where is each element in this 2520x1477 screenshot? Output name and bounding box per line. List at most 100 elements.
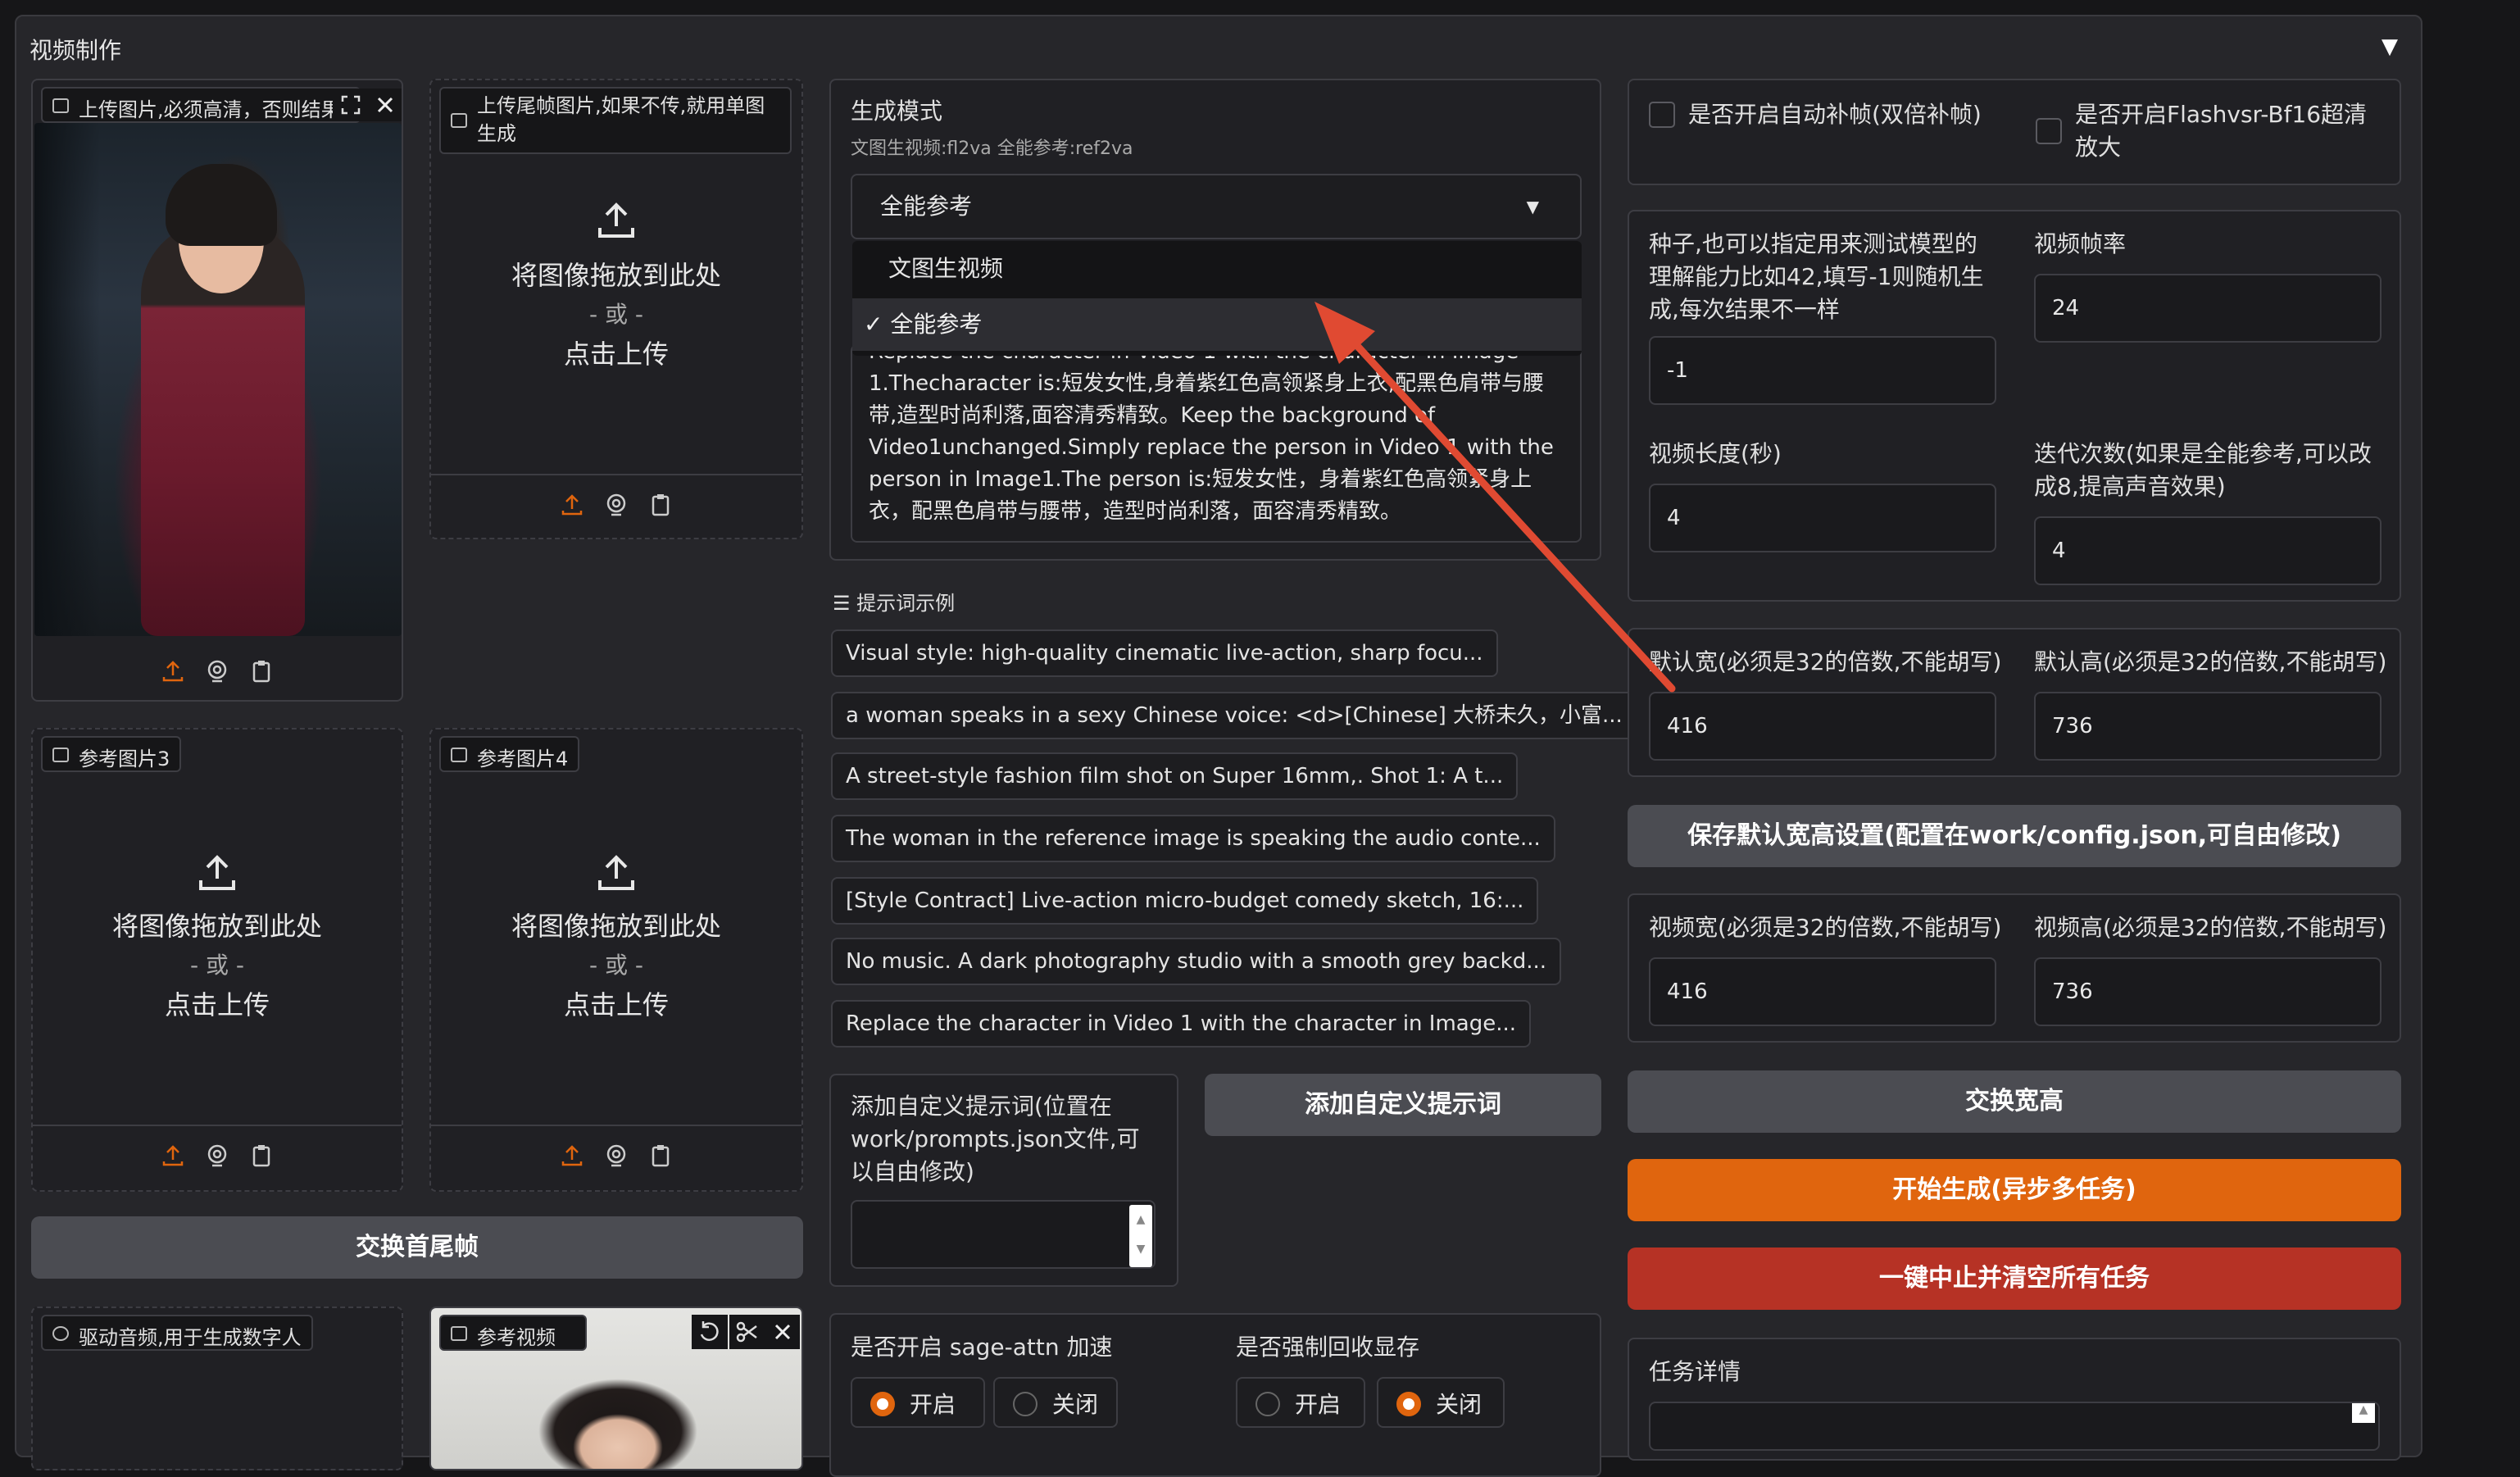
video-w-input[interactable]: 416 [1649, 957, 1996, 1026]
swap-wh-button[interactable]: 交换宽高 [1628, 1070, 2401, 1133]
click-upload-text: 点击上传 [563, 989, 669, 1020]
flashvsr-label: 是否开启Flashvsr-Bf16超清放大 [2075, 101, 2368, 161]
task-label: 任务详情 [1649, 1358, 1741, 1385]
upload-icon [598, 202, 634, 238]
ref-video[interactable]: 参考视频 [429, 1307, 803, 1470]
sage-on-radio[interactable]: 开启 [851, 1377, 985, 1428]
mode-dropdown[interactable]: 文图生视频 ✓ 全能参考 [852, 241, 1582, 356]
iters-input[interactable]: 4 [2034, 516, 2382, 585]
audio-label: 驱动音频,用于生成数字人 [41, 1315, 313, 1351]
webcam-icon[interactable] [205, 1143, 229, 1168]
fullscreen-icon[interactable] [333, 89, 369, 121]
upload-icon [598, 855, 634, 890]
seed-input[interactable]: -1 [1649, 336, 1996, 405]
mode-hint: 文图生视频:fl2va 全能参考:ref2va [851, 139, 1133, 159]
length-label: 视频长度(秒) [1649, 440, 1782, 467]
mode-selected-value: 全能参考 [880, 193, 973, 220]
clipboard-icon[interactable] [648, 493, 673, 517]
close-icon[interactable] [369, 89, 402, 121]
upload-icon[interactable] [161, 1143, 185, 1168]
add-custom-prompt-button[interactable]: 添加自定义提示词 [1205, 1074, 1601, 1136]
iters-label: 迭代次数(如果是全能参考,可以改成8,提高声音效果) [2034, 440, 2372, 500]
upload-icon[interactable] [560, 493, 584, 517]
length-input[interactable]: 4 [1649, 484, 1996, 552]
video-icon [451, 1326, 467, 1341]
mode-select[interactable]: 全能参考 ▼ [851, 174, 1582, 239]
default-w-label: 默认宽(必须是32的倍数,不能胡写) [1649, 648, 2002, 675]
ref-video-label: 参考视频 [439, 1315, 587, 1351]
video-h-input[interactable]: 736 [2034, 957, 2382, 1026]
stop-all-button[interactable]: 一键中止并清空所有任务 [1628, 1247, 2401, 1310]
webcam-icon[interactable] [205, 659, 229, 684]
default-w-input[interactable]: 416 [1649, 692, 1996, 761]
scroll-stepper[interactable]: ▲ ▼ [1129, 1205, 1152, 1267]
sage-label: 是否开启 sage-attn 加速 [851, 1334, 1113, 1361]
example-chip[interactable]: Visual style: high-quality cinematic liv… [831, 629, 1498, 677]
option-ref-selected[interactable]: ✓ 全能参考 [852, 298, 1582, 351]
example-chip[interactable]: The woman in the reference image is spea… [831, 815, 1555, 862]
upload-icon[interactable] [161, 659, 185, 684]
upload-main-label: 上传图片,必须高清，否则结果 [41, 87, 361, 123]
image-icon [451, 748, 467, 762]
image-icon [451, 113, 467, 128]
video-w-label: 视频宽(必须是32的倍数,不能胡写) [1649, 914, 2002, 941]
swap-frames-button[interactable]: 交换首尾帧 [31, 1216, 803, 1279]
prompt-textarea[interactable]: Replace the character in Video 1 with th… [851, 344, 1582, 543]
task-output[interactable]: ▲ [1649, 1402, 2380, 1451]
start-generate-button[interactable]: 开始生成(异步多任务) [1628, 1159, 2401, 1221]
flashvsr-checkbox[interactable] [2036, 118, 2062, 144]
fps-input[interactable]: 24 [2034, 274, 2382, 343]
panel-title: 视频制作 [30, 37, 122, 64]
image-icon [52, 748, 69, 762]
example-chip[interactable]: A street-style fashion film shot on Supe… [831, 752, 1519, 800]
click-upload-text: 点击上传 [563, 339, 669, 370]
or-text: - 或 - [588, 301, 643, 328]
custom-prompt-input[interactable]: ▲ ▼ [851, 1200, 1156, 1269]
fps-label: 视频帧率 [2034, 230, 2127, 257]
interp-checkbox[interactable] [1649, 102, 1675, 128]
default-h-input[interactable]: 736 [2034, 692, 2382, 761]
upload-main-image[interactable]: 上传图片,必须高清，否则结果 [31, 79, 403, 702]
interp-label: 是否开启自动补帧(双倍补帧) [1688, 101, 1982, 128]
upload-ref4[interactable]: 参考图片4 将图像拖放到此处 - 或 - 点击上传 [429, 728, 803, 1192]
drop-text: 将图像拖放到此处 [511, 260, 721, 291]
option-t2v[interactable]: 文图生视频 [888, 251, 1003, 284]
portrait-image [34, 123, 402, 636]
close-icon[interactable] [765, 1315, 800, 1349]
caret-down-icon[interactable]: ▼ [2382, 34, 2398, 59]
upload-tail-frame[interactable]: 上传尾帧图片,如果不传,就用单图生成 将图像拖放到此处 - 或 - 点击上传 [429, 79, 803, 539]
gc-label: 是否强制回收显存 [1236, 1334, 1420, 1361]
gc-off-radio[interactable]: 关闭 [1377, 1377, 1505, 1428]
default-h-label: 默认高(必须是32的倍数,不能胡写) [2034, 648, 2387, 675]
custom-prompt-label: 添加自定义提示词(位置在work/prompts.json文件,可以自由修改) [851, 1093, 1140, 1185]
clipboard-icon[interactable] [249, 1143, 274, 1168]
drop-text: 将图像拖放到此处 [511, 911, 721, 942]
scroll-up-icon[interactable]: ▲ [2352, 1403, 2375, 1423]
or-text: - 或 - [189, 952, 244, 979]
clipboard-icon[interactable] [648, 1143, 673, 1168]
save-default-button[interactable]: 保存默认宽高设置(配置在work/config.json,可自由修改) [1628, 805, 2401, 867]
undo-icon[interactable] [692, 1315, 728, 1349]
example-chip[interactable]: a woman speaks in a sexy Chinese voice: … [831, 692, 1637, 739]
seed-label: 种子,也可以指定用来测试模型的理解能力比如42,填写-1则随机生成,每次结果不一… [1649, 230, 1984, 323]
video-h-label: 视频高(必须是32的倍数,不能胡写) [2034, 914, 2387, 941]
webcam-icon[interactable] [604, 493, 629, 517]
mode-label: 生成模式 [851, 98, 943, 125]
example-chip[interactable]: Replace the character in Video 1 with th… [831, 1000, 1532, 1048]
upload-icon[interactable] [560, 1143, 584, 1168]
gc-on-radio[interactable]: 开启 [1236, 1377, 1365, 1428]
examples-title: ☰ 提示词示例 [833, 592, 956, 615]
click-upload-text: 点击上传 [164, 989, 270, 1020]
music-icon [52, 1326, 69, 1341]
webcam-icon[interactable] [604, 1143, 629, 1168]
scissors-icon[interactable] [729, 1315, 765, 1349]
sage-off-radio[interactable]: 关闭 [993, 1377, 1118, 1428]
list-icon: ☰ [833, 592, 857, 615]
ref3-label: 参考图片3 [41, 736, 182, 772]
example-chip[interactable]: [Style Contract] Live-action micro-budge… [831, 877, 1539, 925]
audio-upload[interactable]: 驱动音频,用于生成数字人 [31, 1307, 403, 1470]
example-chip[interactable]: No music. A dark photography studio with… [831, 938, 1561, 985]
prompt-text: Replace the character in Video 1 with th… [869, 346, 1554, 524]
upload-ref3[interactable]: 参考图片3 将图像拖放到此处 - 或 - 点击上传 [31, 728, 403, 1192]
clipboard-icon[interactable] [249, 659, 274, 684]
